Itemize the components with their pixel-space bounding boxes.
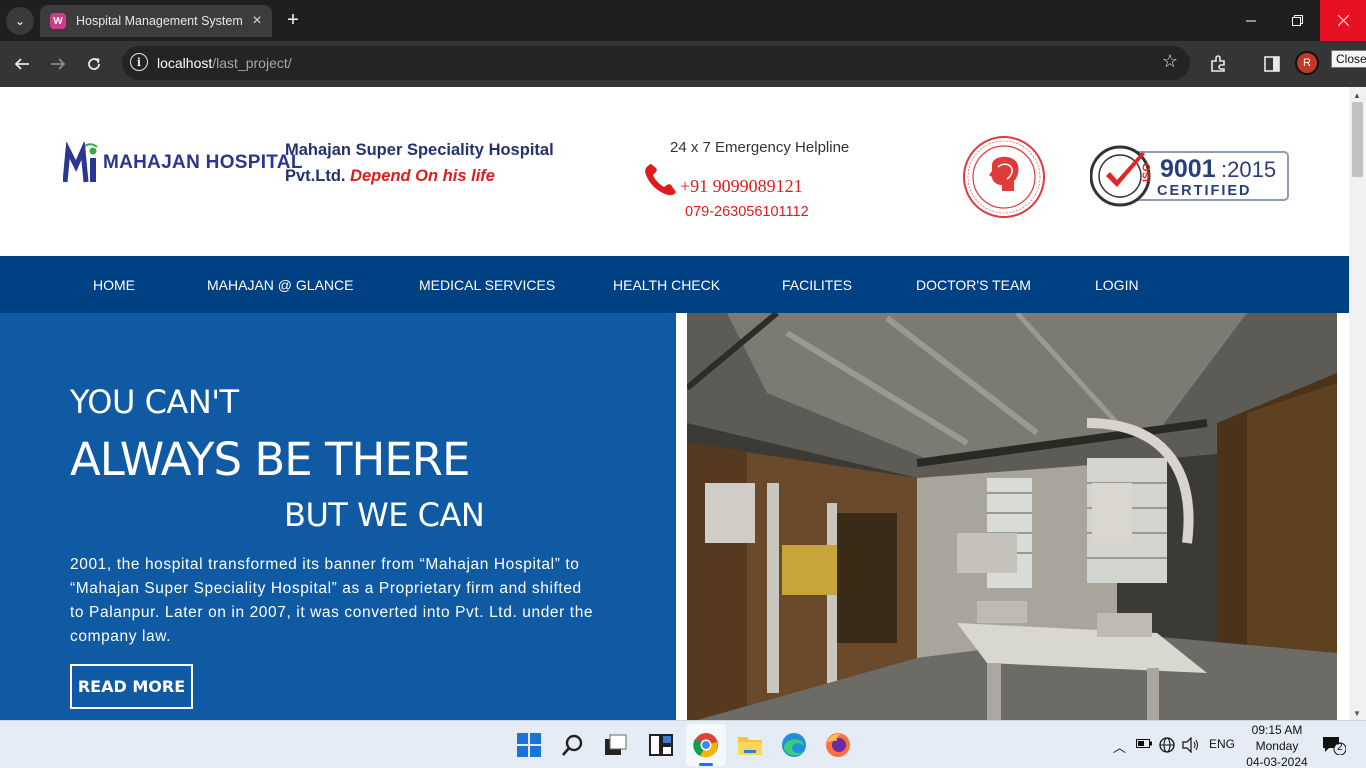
file-explorer-button[interactable] <box>734 729 766 761</box>
url-path: /last_project/ <box>212 55 292 71</box>
restore-icon <box>1291 15 1303 26</box>
browser-tab-bar: ⌄ W Hospital Management System × + <box>0 0 1366 41</box>
profile-avatar[interactable]: R <box>1295 51 1319 75</box>
task-view-button[interactable] <box>600 729 632 761</box>
hospital-name: Mahajan Super Speciality Hospital Pvt.Lt… <box>285 137 554 189</box>
widgets-icon <box>649 734 673 756</box>
site-header: MAHAJAN HOSPITAL Mahajan Super Specialit… <box>0 87 1349 256</box>
hero-xray-room-image <box>687 313 1337 720</box>
notification-center-button[interactable]: 2 <box>1322 735 1347 756</box>
nav-health-check[interactable]: HEALTH CHECK <box>613 277 720 293</box>
battery-icon[interactable] <box>1136 737 1152 752</box>
window-close-button[interactable] <box>1320 0 1366 41</box>
mh-logo-icon <box>63 142 98 183</box>
chevron-down-icon: ⌄ <box>14 14 26 28</box>
reload-icon <box>88 58 100 70</box>
clock-day: Monday <box>1255 739 1299 753</box>
phone-primary[interactable]: +91 9099089121 <box>680 176 803 197</box>
scroll-up-arrow-icon[interactable]: ▲ <box>1353 91 1361 100</box>
chrome-running-indicator <box>699 763 713 766</box>
scroll-thumb[interactable] <box>1352 102 1363 177</box>
tab-close-icon[interactable]: × <box>246 12 268 30</box>
helpline-title: 24 x 7 Emergency Helpline <box>670 139 850 156</box>
iso-certified-text: CERTIFIED <box>1157 183 1252 199</box>
page-scrollbar[interactable]: ▲ ▼ <box>1349 87 1366 720</box>
close-icon <box>1337 15 1349 26</box>
window-minimize-button[interactable] <box>1228 0 1274 41</box>
hero-text-panel: YOU CAN'T ALWAYS BE THERE BUT WE CAN 200… <box>0 313 676 720</box>
minimize-icon <box>1246 20 1256 21</box>
logo-text: MAHAJAN HOSPITAL <box>103 152 303 173</box>
hospital-name-line2: Pvt.Ltd. <box>285 167 346 185</box>
nav-home[interactable]: HOME <box>93 277 135 293</box>
folder-icon <box>738 737 762 755</box>
edge-icon <box>782 733 806 757</box>
bookmark-star-icon[interactable]: ☆ <box>1162 51 1178 72</box>
site-info-icon[interactable]: i <box>130 53 148 71</box>
hero-description: 2001, the hospital transformed its banne… <box>70 556 594 645</box>
windows-logo-icon <box>517 733 541 757</box>
forward-button[interactable] <box>46 52 70 76</box>
nav-doctors-team[interactable]: DOCTOR'S TEAM <box>916 277 1031 293</box>
chrome-icon <box>693 733 718 758</box>
tab-search-button[interactable]: ⌄ <box>6 7 34 35</box>
volume-icon[interactable] <box>1182 736 1200 756</box>
iso-certified-badge: ISO 9001 :2015 CERTIFIED <box>1090 145 1289 207</box>
phone-secondary[interactable]: 079-263056101112 <box>685 204 809 220</box>
back-button[interactable] <box>10 52 34 76</box>
side-panel-icon[interactable] <box>1260 52 1284 76</box>
browser-toolbar: i localhost/last_project/ ☆ R <box>0 41 1366 87</box>
reload-button[interactable] <box>82 52 106 76</box>
scroll-down-arrow-icon[interactable]: ▼ <box>1353 709 1361 718</box>
arrow-right-icon <box>51 58 66 70</box>
edge-button[interactable] <box>778 729 810 761</box>
site-favicon-icon: W <box>50 13 66 29</box>
search-icon <box>562 734 583 756</box>
hospital-seal-icon <box>963 136 1045 218</box>
iso-number: 9001 <box>1160 155 1216 183</box>
nav-medical-services[interactable]: MEDICAL SERVICES <box>419 277 555 293</box>
windows-taskbar: ︿ ENG 09:15 AM Monday 04-03-2024 2 <box>0 720 1366 770</box>
main-navbar: HOME MAHAJAN @ GLANCE MEDICAL SERVICES H… <box>0 256 1349 313</box>
system-clock[interactable]: 09:15 AM Monday 04-03-2024 <box>1240 722 1314 770</box>
search-button[interactable] <box>557 729 589 761</box>
firefox-button[interactable] <box>822 729 854 761</box>
hospital-name-line1: Mahajan Super Speciality Hospital <box>285 141 554 159</box>
url-text[interactable]: localhost/last_project/ <box>157 55 292 71</box>
hero-headline-3: BUT WE CAN <box>284 496 485 534</box>
close-tooltip: Close <box>1331 50 1366 68</box>
hero-headline-2: ALWAYS BE THERE <box>70 433 470 486</box>
clock-time: 09:15 AM <box>1251 723 1303 737</box>
url-host: localhost <box>157 55 213 71</box>
nav-login[interactable]: LOGIN <box>1095 277 1139 293</box>
tagline: Depend On his life <box>350 167 495 185</box>
nav-mahajan-at-glance[interactable]: MAHAJAN @ GLANCE <box>207 277 353 293</box>
address-bar[interactable]: i localhost/last_project/ ☆ <box>122 46 1190 80</box>
task-view-icon <box>605 734 627 755</box>
new-tab-button[interactable]: + <box>282 9 304 31</box>
firefox-icon <box>826 733 850 757</box>
nav-facilites[interactable]: FACILITES <box>782 277 852 293</box>
webpage: MAHAJAN HOSPITAL Mahajan Super Specialit… <box>0 87 1349 720</box>
iso-year: :2015 <box>1221 157 1276 182</box>
arrow-left-icon <box>14 58 29 70</box>
input-language[interactable]: ENG <box>1209 737 1235 751</box>
network-globe-icon[interactable] <box>1159 737 1175 756</box>
notification-count: 2 <box>1337 742 1343 753</box>
iso-prefix: ISO <box>1141 163 1153 182</box>
tab-title: Hospital Management System <box>76 14 243 28</box>
show-hidden-icons-chevron-icon[interactable]: ︿ <box>1113 737 1126 756</box>
extensions-icon[interactable] <box>1206 52 1230 76</box>
start-button[interactable] <box>513 729 545 761</box>
chrome-taskbar-button[interactable] <box>690 729 722 761</box>
hero-headline-1: YOU CAN'T <box>70 383 239 421</box>
browser-tab[interactable]: W Hospital Management System × <box>40 5 272 37</box>
widgets-button[interactable] <box>645 729 677 761</box>
hospital-logo[interactable]: MAHAJAN HOSPITAL <box>63 142 302 187</box>
window-restore-button[interactable] <box>1274 0 1320 41</box>
phone-icon <box>645 164 676 196</box>
read-more-button[interactable]: READ MORE <box>70 664 193 709</box>
